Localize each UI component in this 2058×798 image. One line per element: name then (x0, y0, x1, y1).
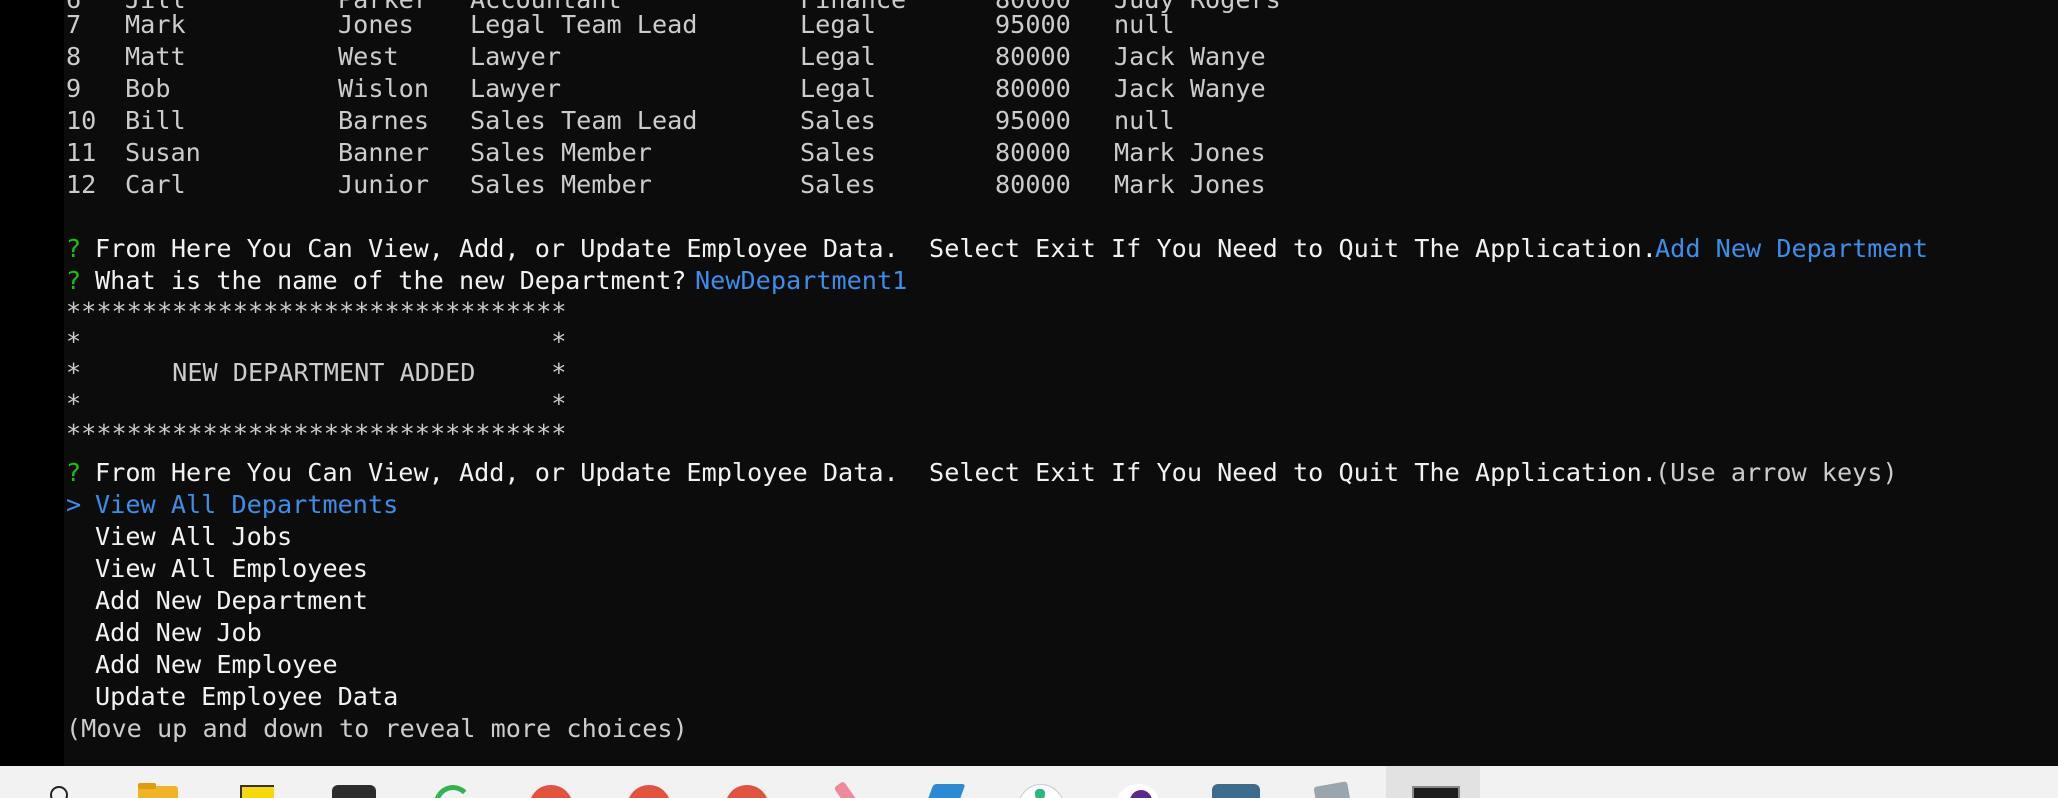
menu-item[interactable]: Add New Employee (66, 649, 338, 681)
cell-last-name: Jones (338, 10, 414, 39)
paint-icon[interactable] (826, 780, 870, 798)
red-app-icon-3[interactable] (724, 780, 770, 798)
cell-last-name: Junior (338, 170, 429, 199)
menu-item-label: Add New Department (95, 586, 368, 615)
search-icon[interactable] (48, 780, 74, 798)
cell-title: Sales Member (470, 138, 652, 167)
terminal-app-icon[interactable] (330, 780, 378, 798)
cell-department: Sales (800, 138, 876, 167)
menu-item-label: View All Departments (95, 490, 399, 519)
cell-title: Legal Team Lead (470, 10, 698, 39)
cell-id: 9 (66, 74, 82, 103)
cell-manager: null (1114, 106, 1175, 135)
menu-item-label: View All Jobs (95, 522, 293, 551)
menu-item[interactable]: View All Jobs (66, 521, 292, 553)
cell-last-name: West (338, 42, 399, 71)
terminal-window[interactable]: 6 Jill Parker Accountant Finance 80000 J… (0, 0, 2058, 766)
banner-border-bottom: ********************************* (66, 419, 567, 448)
notepad-icon[interactable] (1310, 780, 1358, 798)
cell-department: Legal (800, 74, 876, 103)
prompt-marker: ? (66, 266, 82, 295)
prompt-marker: ? (66, 234, 82, 263)
red-app-icon-1[interactable] (528, 780, 574, 798)
cell-title: Sales Team Lead (470, 106, 698, 135)
cell-department: Legal (800, 42, 876, 71)
cell-salary: 80000 (995, 74, 1071, 103)
cell-department: Sales (800, 170, 876, 199)
slack-icon[interactable] (1016, 780, 1064, 798)
cell-first-name: Matt (125, 42, 186, 71)
more-choices-hint: (Move up and down to reveal more choices… (66, 714, 688, 743)
refresh-app-icon[interactable] (430, 780, 472, 798)
cell-first-name: Mark (125, 10, 186, 39)
red-app-icon-2[interactable] (626, 780, 672, 798)
cell-salary: 80000 (995, 138, 1071, 167)
mysql-workbench-icon[interactable] (1208, 780, 1264, 798)
menu-item[interactable]: View All Employees (66, 553, 368, 585)
cell-id: 12 (66, 170, 97, 199)
menu-item[interactable]: Update Employee Data (66, 681, 398, 713)
cell-salary: 80000 (995, 170, 1071, 199)
menu-item-label: Add New Employee (95, 650, 338, 679)
banner-border-top: ********************************* (66, 297, 567, 326)
cell-manager: Mark Jones (1114, 138, 1266, 167)
main-question-text: From Here You Can View, Add, or Update E… (95, 234, 1657, 263)
answer-2: NewDepartment1 (695, 266, 908, 295)
arrow-keys-hint: (Use arrow keys) (1655, 458, 1898, 487)
banner-message: * NEW DEPARTMENT ADDED * (66, 358, 567, 387)
window-left-edge (0, 0, 64, 766)
answer-1: Add New Department (1655, 234, 1928, 263)
banner-side-top: * * (66, 327, 567, 356)
cell-manager: null (1114, 10, 1175, 39)
question-2-text: What is the name of the new Department? (95, 266, 687, 295)
cell-id: 10 (66, 106, 97, 135)
cell-manager: Mark Jones (1114, 170, 1266, 199)
menu-item-label: View All Employees (95, 554, 368, 583)
vscode-icon[interactable] (920, 780, 968, 798)
menu-item-selected[interactable]: > View All Departments (66, 489, 398, 521)
prompt-marker: ? (66, 458, 82, 487)
command-prompt-icon[interactable] (1406, 780, 1462, 798)
banner-side-bottom: * * (66, 389, 567, 418)
cell-first-name: Bill (125, 106, 186, 135)
file-explorer-icon[interactable] (136, 780, 180, 798)
cell-id: 11 (66, 138, 97, 167)
cell-department: Sales (800, 106, 876, 135)
selection-pointer: > (66, 490, 82, 519)
cell-department: Legal (800, 10, 876, 39)
cell-salary: 80000 (995, 42, 1071, 71)
cell-last-name: Barnes (338, 106, 429, 135)
menu-item-label: Add New Job (95, 618, 262, 647)
taskbar (0, 766, 2058, 798)
sticky-notes-icon[interactable] (238, 780, 274, 798)
menu-item-label: Update Employee Data (95, 682, 399, 711)
cell-title: Lawyer (470, 42, 561, 71)
cell-manager: Jack Wanye (1114, 42, 1266, 71)
cell-salary: 95000 (995, 106, 1071, 135)
cell-first-name: Susan (125, 138, 201, 167)
prompt-line-1: ? From Here You Can View, Add, or Update… (66, 233, 1928, 265)
cell-last-name: Banner (338, 138, 429, 167)
cell-salary: 95000 (995, 10, 1071, 39)
cell-first-name: Carl (125, 170, 186, 199)
cell-title: Lawyer (470, 74, 561, 103)
cell-last-name: Wislon (338, 74, 429, 103)
cell-manager: Jack Wanye (1114, 74, 1266, 103)
prompt-line-active: ? From Here You Can View, Add, or Update… (66, 457, 1898, 489)
purple-app-icon[interactable] (1114, 780, 1162, 798)
menu-item[interactable]: Add New Job (66, 617, 262, 649)
main-question-text: From Here You Can View, Add, or Update E… (95, 458, 1657, 487)
cell-id: 8 (66, 42, 82, 71)
cell-id: 7 (66, 10, 82, 39)
cell-title: Sales Member (470, 170, 652, 199)
menu-item[interactable]: Add New Department (66, 585, 368, 617)
prompt-line-2: ? What is the name of the new Department… (66, 265, 907, 297)
cell-first-name: Bob (125, 74, 171, 103)
